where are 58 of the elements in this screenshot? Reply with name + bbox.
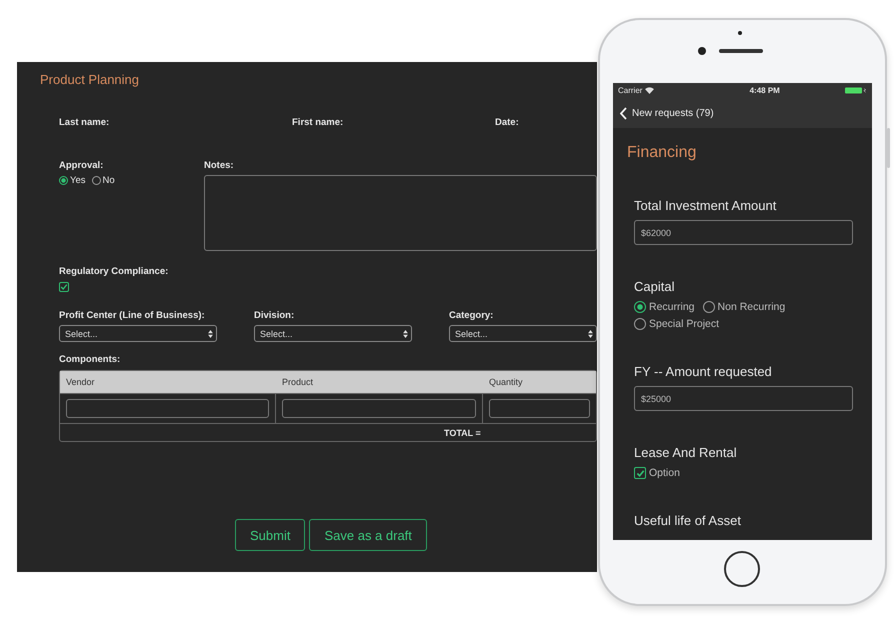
total-label: TOTAL = — [444, 428, 481, 438]
field-label: First name: — [292, 117, 344, 128]
battery-icon — [845, 87, 867, 94]
field-label: Date: — [495, 117, 520, 128]
column-header: Vendor — [65, 377, 96, 387]
field-label: Last name: — [59, 117, 110, 128]
input-field[interactable] — [66, 399, 269, 418]
field-label: Total Investment Amount — [634, 198, 778, 213]
radio-label: Non Recurring — [718, 301, 786, 313]
input-field[interactable] — [489, 399, 590, 418]
updown-icon — [208, 330, 213, 338]
field-label: Regulatory Compliance: — [59, 266, 168, 277]
form-title: Product Planning — [40, 72, 140, 87]
radio-label: No — [102, 175, 115, 186]
form-button[interactable]: Submit — [235, 519, 306, 551]
field-label: FY -- Amount requested — [634, 364, 773, 379]
select-dropdown[interactable]: Select... — [449, 325, 597, 342]
field-label: Category: — [449, 310, 494, 321]
checkbox-label: Option — [649, 467, 680, 479]
field-label: Capital — [634, 279, 676, 294]
status-time: 4:48 PM — [750, 86, 780, 95]
field-label: Division: — [254, 310, 296, 321]
radio-label: Yes — [70, 175, 86, 186]
notes-field[interactable] — [204, 175, 597, 251]
radio-button[interactable]: Special Project — [634, 318, 720, 330]
updown-icon — [588, 330, 593, 338]
chevron-left-icon — [620, 106, 627, 120]
radio-button[interactable]: Yes — [59, 175, 86, 186]
section-title: Financing — [627, 144, 698, 162]
radio-label: Recurring — [649, 301, 695, 313]
wifi-icon — [645, 87, 654, 94]
field-label: Useful life of Asset — [634, 513, 742, 528]
radio-button[interactable]: Non Recurring — [702, 301, 786, 313]
home-button[interactable] — [724, 551, 760, 587]
back-button[interactable]: New requests (79) — [620, 106, 714, 120]
radio-button[interactable]: Recurring — [634, 301, 695, 313]
updown-icon — [403, 330, 408, 338]
carrier-label: Carrier — [618, 86, 642, 95]
field-label: Profit Center (Line of Business): — [59, 310, 206, 321]
field-label: Lease And Rental — [634, 445, 738, 460]
form-button[interactable]: Save as a draft — [309, 519, 427, 551]
speaker-icon — [719, 49, 763, 53]
column-header: Quantity — [488, 377, 524, 387]
column-header: Product — [281, 377, 314, 387]
amount-field[interactable]: $62000 — [634, 220, 853, 245]
select-dropdown[interactable]: Select... — [254, 325, 412, 342]
select-dropdown[interactable]: Select... — [59, 325, 217, 342]
field-label: Notes: — [204, 160, 235, 171]
radio-label: Special Project — [649, 318, 720, 330]
input-field[interactable] — [282, 399, 476, 418]
amount-field[interactable]: $25000 — [634, 386, 853, 411]
checkbox[interactable] — [59, 282, 69, 292]
checkbox-option[interactable]: Option — [634, 467, 680, 479]
field-label: Components: — [59, 354, 122, 365]
radio-button[interactable]: No — [92, 175, 115, 186]
camera-icon — [698, 47, 706, 55]
sensor-icon — [738, 31, 742, 35]
field-label: Approval: — [59, 160, 104, 171]
